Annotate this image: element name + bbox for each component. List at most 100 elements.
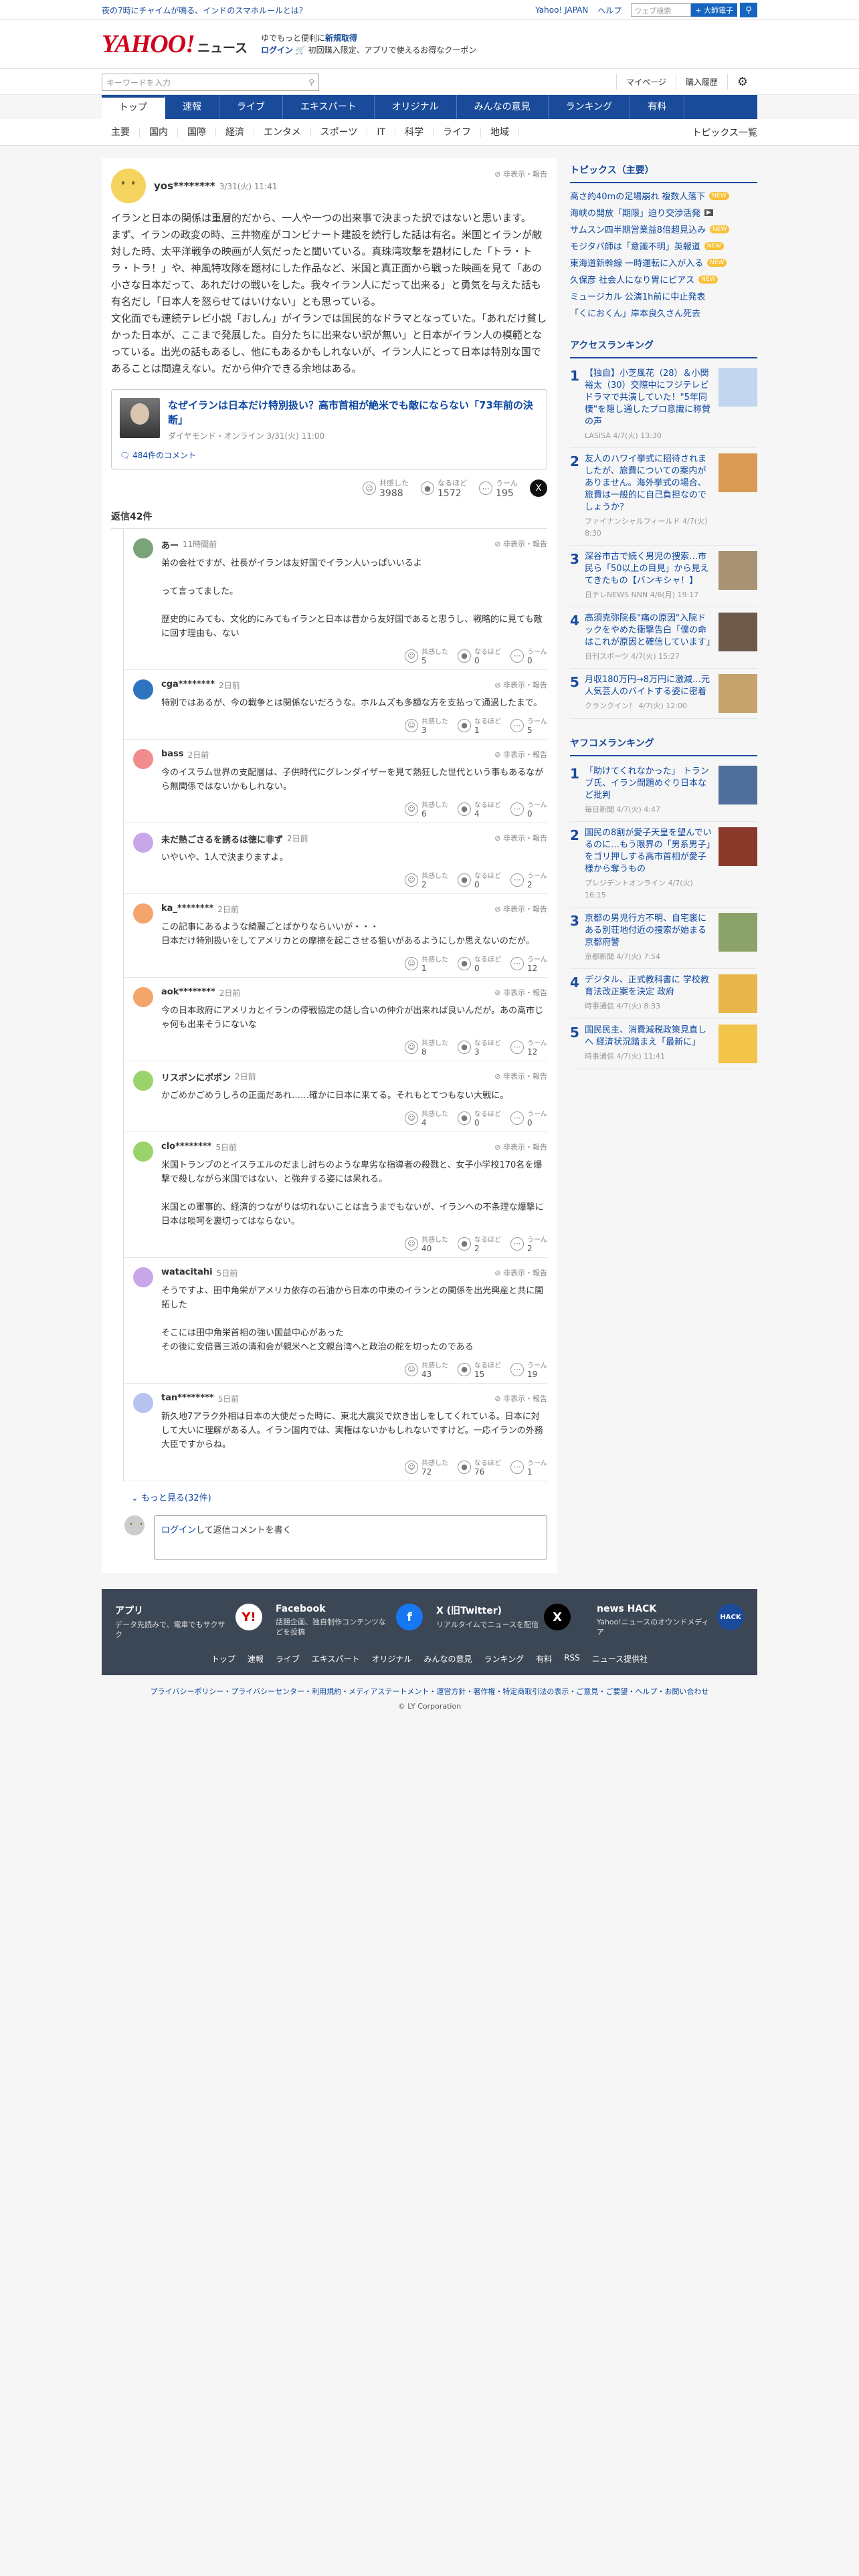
ranking-item[interactable]: 2 友人のハワイ挙式に招待されましたが、旅費についての案内がありません。海外挙式の… — [570, 448, 757, 546]
hide-report-button[interactable]: ⊘ 非表示・報告 — [494, 987, 547, 998]
footer-link[interactable]: トップ — [211, 1653, 235, 1665]
ranking-item[interactable]: 4 高須克弥院長"痛の原因"入院ドックをやめた衝撃告白「僕の命はこれが原因と確信し… — [570, 607, 757, 669]
hide-report-button[interactable]: ⊘ 非表示・報告 — [494, 903, 547, 914]
insight-button[interactable]: ● なるほど 0 — [458, 870, 501, 889]
article-title[interactable]: なぜイランは日本だけ特別扱い？高市首相が絶米でも敵にならない「73年前の決断」 — [168, 398, 539, 427]
footer-link[interactable]: ニュース提供社 — [592, 1653, 648, 1665]
news-hack-icon[interactable]: HACK — [717, 1604, 744, 1630]
avatar[interactable] — [133, 1393, 153, 1413]
rank-title[interactable]: 「助けてくれなかった」 トランプ氏、イラン問題めぐり日本など批判 毎日新聞 4/7… — [585, 766, 713, 816]
promo-link[interactable]: 夜の7時にチャイムが鳴る、インドのスマホルールとは？ — [102, 5, 307, 16]
subnav-item[interactable]: IT — [367, 128, 396, 137]
avatar[interactable] — [133, 679, 153, 700]
reply-user[interactable]: リスボンにポポン — [161, 1071, 231, 1083]
legal-links[interactable]: プライバシーポリシー・プライバシーセンター・利用規約・メディアステートメント・運… — [0, 1686, 859, 1697]
facebook-icon[interactable]: f — [396, 1604, 423, 1630]
app-title[interactable]: X (旧Twitter) — [436, 1604, 539, 1617]
login-link[interactable]: ログイン — [261, 45, 293, 55]
reply-user[interactable]: watacitahi — [161, 1267, 213, 1279]
topic-title[interactable]: 高さ約40mの足場崩れ 複数人落下 — [570, 189, 705, 202]
coupon-text[interactable]: 初回購入限定、アプリで使えるお得なクーポン — [308, 45, 477, 55]
footer-link[interactable]: 有料 — [536, 1653, 552, 1665]
insight-button[interactable]: ● なるほど 3 — [458, 1037, 501, 1057]
rank-title[interactable]: 国民民主、消費減税政策見直しへ 経済状況踏まえ「最新に」 時事通信 4/7(火) … — [585, 1025, 713, 1063]
ranking-item[interactable]: 3 京都の男児行方不明、自宅裏にある別荘地付近の捜索が始まる 京都府警 京都新聞 4… — [570, 907, 757, 969]
avatar[interactable] — [133, 1071, 153, 1091]
ranking-item[interactable]: 3 深谷市古で続く男児の捜索…市民ら「50以上の目見」から見えてきたもの【バンキシ… — [570, 546, 757, 607]
topic-item[interactable]: 「くにおくん」岸本良久さん死去 — [570, 304, 757, 321]
subnav-item[interactable]: 経済 — [216, 128, 254, 137]
hmm-button[interactable]: ⋯ うーん 2 — [510, 870, 547, 889]
topic-title[interactable]: ミュージカル 公演1h前に中止発表 — [570, 290, 705, 302]
rank-title[interactable]: 京都の男児行方不明、自宅裏にある別荘地付近の捜索が始まる 京都府警 京都新聞 4/… — [585, 913, 713, 963]
hmm-button[interactable]: ⋯ うーん 1 — [510, 1457, 547, 1477]
avatar[interactable] — [133, 1267, 153, 1287]
app-title[interactable]: news HACK — [597, 1604, 712, 1614]
tab-flash[interactable]: 速報 — [165, 95, 219, 119]
insight-button[interactable]: ● なるほど 76 — [458, 1457, 501, 1477]
hide-report-button[interactable]: ⊘ 非表示・報告 — [494, 1071, 547, 1081]
avatar[interactable] — [133, 749, 153, 769]
tab-expert[interactable]: エキスパート — [283, 95, 375, 119]
search-icon[interactable]: ⚲ — [308, 78, 314, 87]
ranking-item[interactable]: 1 「助けてくれなかった」 トランプ氏、イラン問題めぐり日本など批判 毎日新聞 4/… — [570, 760, 757, 822]
topic-item[interactable]: 東海道新幹線 一時運転に入が入る NEW — [570, 254, 757, 271]
comment-user[interactable]: yos******** — [154, 180, 215, 192]
footer-app[interactable]: news HACK Yahoo!ニュースのオウンドメディア HACK — [597, 1604, 744, 1640]
ranking-item[interactable]: 5 国民民主、消費減税政策見直しへ 経済状況踏まえ「最新に」 時事通信 4/7(火)… — [570, 1019, 757, 1069]
rank-title[interactable]: 高須克弥院長"痛の原因"入院ドックをやめた衝撃告白「僕の命はこれが原因と確信して… — [585, 613, 715, 663]
yahoo-japan-link[interactable]: Yahoo! JAPAN — [535, 5, 588, 15]
empathy-button[interactable]: ☺ 共感した 8 — [405, 1037, 448, 1057]
insight-button[interactable]: ● なるほど 4 — [458, 799, 501, 819]
topic-title[interactable]: モジタバ師は「意識不明」英報道 — [570, 239, 700, 252]
empathy-button[interactable]: ☺ 共感した 6 — [405, 799, 448, 819]
hmm-button[interactable]: ⋯ うーん 2 — [510, 1234, 547, 1253]
topic-item[interactable]: ミュージカル 公演1h前に中止発表 — [570, 288, 757, 304]
footer-link[interactable]: RSS — [564, 1653, 580, 1665]
signup-link[interactable]: 新規取得 — [325, 33, 357, 43]
topic-item[interactable]: モジタバ師は「意識不明」英報道 NEW — [570, 237, 757, 254]
reply-user[interactable]: cga******** — [161, 679, 215, 691]
more-replies-button[interactable]: ⌄ もっと見る(32件) — [111, 1481, 547, 1510]
yahoo-app-icon[interactable]: Y! — [235, 1604, 262, 1630]
article-comments-link[interactable]: 🗨 484件のコメント — [120, 449, 539, 461]
subnav-item[interactable]: 国内 — [140, 128, 178, 137]
footer-link[interactable]: オリジナル — [372, 1653, 412, 1665]
hide-report-button[interactable]: ⊘ 非表示・報告 — [494, 169, 547, 179]
hmm-button[interactable]: ⋯ うーん 5 — [510, 716, 547, 735]
topic-title[interactable]: 海峡の開放「期限」迫り交渉活発 — [570, 206, 700, 219]
avatar[interactable] — [133, 987, 153, 1007]
yahoo-news-logo[interactable]: YAHOO! ニュース — [102, 29, 248, 59]
avatar[interactable] — [133, 903, 153, 924]
empathy-button[interactable]: ☺ 共感した 43 — [405, 1360, 448, 1379]
hmm-button[interactable]: ⋯ うーん 195 — [479, 477, 518, 499]
insight-button[interactable]: ● なるほど 15 — [458, 1360, 501, 1379]
avatar[interactable] — [133, 833, 153, 853]
hide-report-button[interactable]: ⊘ 非表示・報告 — [494, 833, 547, 843]
tab-live[interactable]: ライブ — [219, 95, 283, 119]
subnav-item[interactable]: 主要 — [102, 128, 140, 137]
ranking-item[interactable]: 4 デジタル、正式教科書に 学校教育法改正案を決定 政府 時事通信 4/7(火) 8… — [570, 969, 757, 1019]
topic-title[interactable]: 久保彦 社会人になり胃にピアス — [570, 273, 694, 286]
footer-app[interactable]: アプリ データ先読みで、電車でもサクサク Y! — [115, 1604, 262, 1640]
help-link[interactable]: ヘルプ — [597, 5, 622, 16]
footer-app[interactable]: Facebook 話題企画、独自制作コンテンツなどを投稿 f — [276, 1604, 423, 1640]
rank-title[interactable]: 月収180万円→8万円に激減…元人気芸人のバイトする姿に密着 クランクイン！ 4/… — [585, 674, 713, 713]
subnav-item[interactable]: ライフ — [434, 128, 482, 137]
subnav-item[interactable]: 国際 — [178, 128, 216, 137]
footer-link[interactable]: ライブ — [276, 1653, 300, 1665]
empathy-button[interactable]: ☺ 共感した 72 — [405, 1457, 448, 1477]
subnav-item[interactable]: 地域 — [481, 128, 520, 137]
topic-item[interactable]: 海峡の開放「期限」迫り交渉活発 ▶ — [570, 204, 757, 221]
insight-button[interactable]: ● なるほど 1 — [458, 716, 501, 735]
rank-title[interactable]: 友人のハワイ挙式に招待されましたが、旅費についての案内がありません。海外挙式の場… — [585, 453, 713, 540]
hmm-button[interactable]: ⋯ うーん 0 — [510, 799, 547, 819]
topic-title[interactable]: 「くにおくん」岸本良久さん死去 — [570, 306, 700, 319]
ranking-item[interactable]: 1 【独自】小芝風花（28）＆小関裕太（30）交際中にフジテレビドラマで共演してい… — [570, 362, 757, 448]
topics-list-link[interactable]: トピックス一覧 — [692, 126, 757, 139]
x-share-icon[interactable]: X — [530, 479, 547, 497]
article-card[interactable]: なぜイランは日本だけ特別扱い？高市首相が絶米でも敵にならない「73年前の決断」 … — [111, 389, 547, 469]
empathy-button[interactable]: ☺ 共感した 1 — [405, 954, 448, 973]
topic-item[interactable]: 高さ約40mの足場崩れ 複数人落下 NEW — [570, 187, 757, 204]
reply-input[interactable]: ログインして返信コメントを書く — [154, 1515, 547, 1560]
